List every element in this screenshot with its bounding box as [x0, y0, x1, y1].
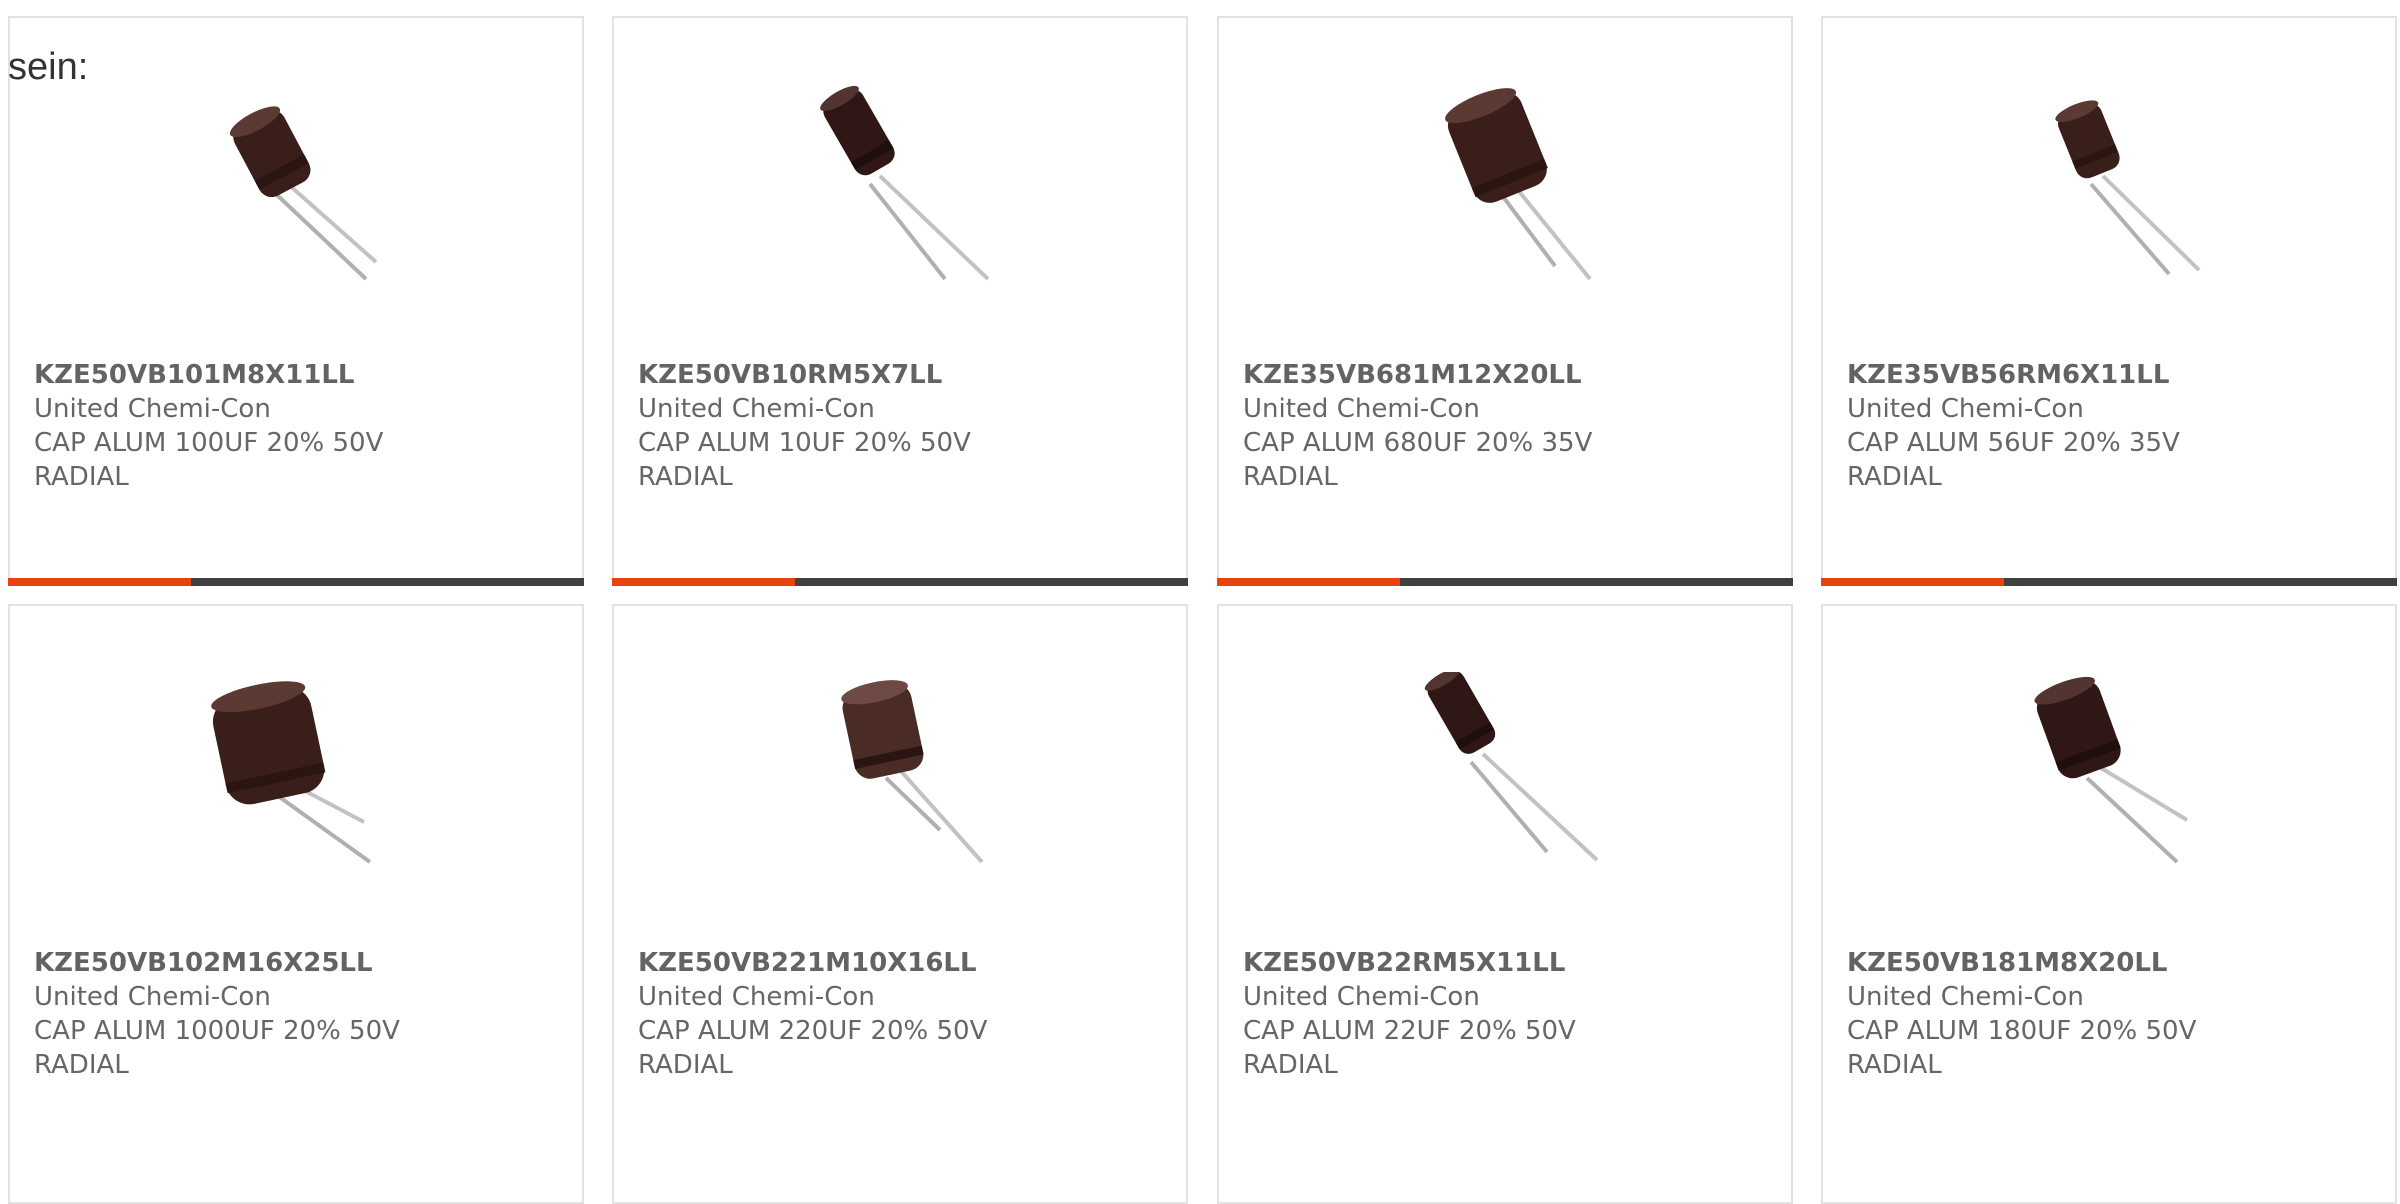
card-accent [612, 578, 795, 586]
manufacturer: United Chemi-Con [638, 982, 875, 1012]
capacitor-icon [211, 681, 372, 864]
capacitor-icon [2034, 676, 2189, 864]
card-accent [1821, 578, 2004, 586]
product-image [196, 672, 396, 872]
product-card[interactable]: KZE50VB181M8X20LL United Chemi-Con CAP A… [1821, 604, 2397, 1204]
capacitor-icon [2055, 100, 2201, 276]
manufacturer: United Chemi-Con [34, 394, 271, 424]
capacitor-icon [1445, 88, 1592, 281]
description: CAP ALUM 100UF 20% 50V [34, 428, 384, 458]
product-card[interactable]: KZE50VB22RM5X11LL United Chemi-Con CAP A… [1217, 604, 1793, 1204]
description: CAP ALUM 680UF 20% 35V [1243, 428, 1593, 458]
description: CAP ALUM 10UF 20% 50V [638, 428, 971, 458]
product-card[interactable]: KZE50VB10RM5X7LL United Chemi-Con CAP AL… [612, 16, 1188, 586]
product-card[interactable]: KZE50VB221M10X16LL United Chemi-Con CAP … [612, 604, 1188, 1204]
package: RADIAL [1243, 1050, 1338, 1080]
part-number: KZE35VB56RM6X11LL [1847, 360, 2170, 390]
manufacturer: United Chemi-Con [1847, 982, 2084, 1012]
card-bottom-bar [612, 578, 1188, 586]
product-image [800, 672, 1000, 872]
manufacturer: United Chemi-Con [1847, 394, 2084, 424]
package: RADIAL [34, 1050, 129, 1080]
capacitor-icon [1424, 672, 1599, 862]
product-image [2009, 84, 2209, 284]
manufacturer: United Chemi-Con [1243, 982, 1480, 1012]
description: CAP ALUM 220UF 20% 50V [638, 1016, 988, 1046]
part-number: KZE50VB102M16X25LL [34, 948, 373, 978]
package: RADIAL [34, 462, 129, 492]
product-image [196, 84, 396, 284]
part-number: KZE50VB10RM5X7LL [638, 360, 943, 390]
card-accent [1217, 578, 1400, 586]
part-number: KZE50VB181M8X20LL [1847, 948, 2168, 978]
manufacturer: United Chemi-Con [34, 982, 271, 1012]
product-card[interactable]: KZE50VB101M8X11LL United Chemi-Con CAP A… [8, 16, 584, 586]
manufacturer: United Chemi-Con [1243, 394, 1480, 424]
card-bottom-bar [8, 578, 584, 586]
package: RADIAL [1243, 462, 1338, 492]
part-number: KZE35VB681M12X20LL [1243, 360, 1582, 390]
lead-text: sein: [8, 46, 89, 88]
description: CAP ALUM 1000UF 20% 50V [34, 1016, 400, 1046]
product-image [1405, 84, 1605, 284]
package: RADIAL [638, 1050, 733, 1080]
description: CAP ALUM 180UF 20% 50V [1847, 1016, 2197, 1046]
part-number: KZE50VB101M8X11LL [34, 360, 355, 390]
product-image [2009, 672, 2209, 872]
product-card[interactable]: KZE35VB681M12X20LL United Chemi-Con CAP … [1217, 16, 1793, 586]
part-number: KZE50VB221M10X16LL [638, 948, 977, 978]
card-bottom-bar [1821, 578, 2397, 586]
product-image [1405, 672, 1605, 872]
manufacturer: United Chemi-Con [638, 394, 875, 424]
product-image [800, 84, 1000, 284]
capacitor-icon [841, 680, 984, 864]
card-accent [8, 578, 191, 586]
package: RADIAL [1847, 1050, 1942, 1080]
part-number: KZE50VB22RM5X11LL [1243, 948, 1566, 978]
card-bottom-bar [1217, 578, 1793, 586]
product-card[interactable]: KZE50VB102M16X25LL United Chemi-Con CAP … [8, 604, 584, 1204]
package: RADIAL [638, 462, 733, 492]
package: RADIAL [1847, 462, 1942, 492]
capacitor-icon [820, 85, 990, 281]
description: CAP ALUM 22UF 20% 50V [1243, 1016, 1576, 1046]
capacitor-icon [229, 106, 378, 281]
product-card[interactable]: KZE35VB56RM6X11LL United Chemi-Con CAP A… [1821, 16, 2397, 586]
description: CAP ALUM 56UF 20% 35V [1847, 428, 2180, 458]
